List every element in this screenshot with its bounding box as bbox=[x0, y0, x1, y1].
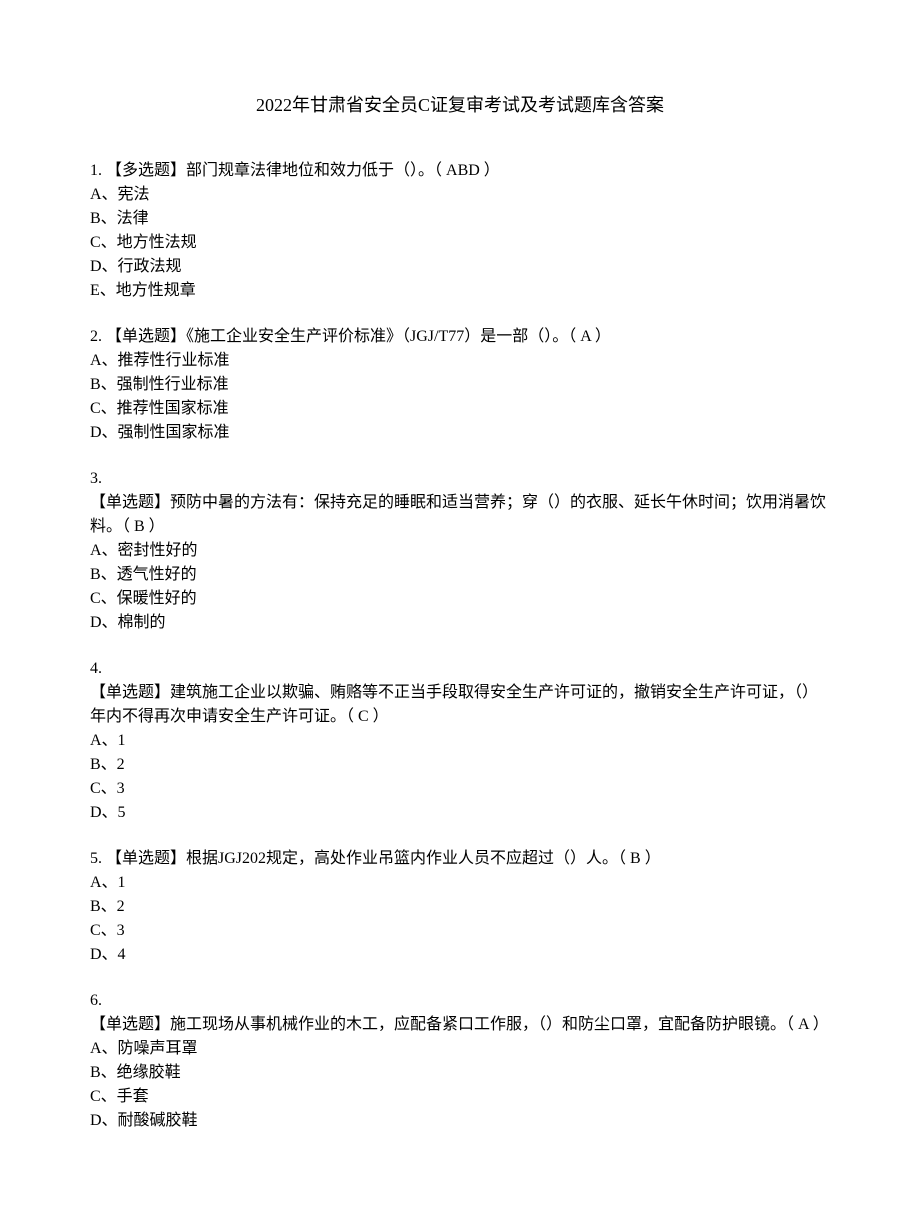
option-d: D、强制性国家标准 bbox=[90, 421, 830, 445]
option-c: C、推荐性国家标准 bbox=[90, 397, 830, 421]
option-b: B、2 bbox=[90, 895, 830, 919]
question-text: 【单选题】施工现场从事机械作业的木工，应配备紧口工作服，（）和防尘口罩，宜配备防… bbox=[90, 1013, 830, 1037]
option-d: D、行政法规 bbox=[90, 255, 830, 279]
option-a: A、推荐性行业标准 bbox=[90, 349, 830, 373]
option-b: B、强制性行业标准 bbox=[90, 373, 830, 397]
option-b: B、绝缘胶鞋 bbox=[90, 1061, 830, 1085]
option-c: C、保暖性好的 bbox=[90, 587, 830, 611]
option-c: C、3 bbox=[90, 777, 830, 801]
question-5: 5. 【单选题】根据JGJ202规定，高处作业吊篮内作业人员不应超过（）人。（ … bbox=[90, 847, 830, 967]
option-a: A、宪法 bbox=[90, 183, 830, 207]
question-num: 6. bbox=[90, 989, 830, 1013]
question-1: 1. 【多选题】部门规章法律地位和效力低于（）。（ ABD ） A、宪法 B、法… bbox=[90, 159, 830, 303]
option-b: B、透气性好的 bbox=[90, 563, 830, 587]
question-2: 2. 【单选题】《施工企业安全生产评价标准》（JGJ/T77）是一部（）。（ A… bbox=[90, 325, 830, 445]
question-text: 【单选题】建筑施工企业以欺骗、贿赂等不正当手段取得安全生产许可证的，撤销安全生产… bbox=[90, 681, 830, 729]
option-e: E、地方性规章 bbox=[90, 279, 830, 303]
question-num: 3. bbox=[90, 467, 830, 491]
question-text: 2. 【单选题】《施工企业安全生产评价标准》（JGJ/T77）是一部（）。（ A… bbox=[90, 325, 830, 349]
question-text: 5. 【单选题】根据JGJ202规定，高处作业吊篮内作业人员不应超过（）人。（ … bbox=[90, 847, 830, 871]
option-b: B、法律 bbox=[90, 207, 830, 231]
option-a: A、防噪声耳罩 bbox=[90, 1037, 830, 1061]
option-c: C、手套 bbox=[90, 1085, 830, 1109]
option-d: D、耐酸碱胶鞋 bbox=[90, 1109, 830, 1133]
option-c: C、地方性法规 bbox=[90, 231, 830, 255]
option-d: D、5 bbox=[90, 801, 830, 825]
question-num: 4. bbox=[90, 657, 830, 681]
document-title: 2022年甘肃省安全员C证复审考试及考试题库含答案 bbox=[90, 92, 830, 119]
question-text: 1. 【多选题】部门规章法律地位和效力低于（）。（ ABD ） bbox=[90, 159, 830, 183]
option-a: A、1 bbox=[90, 871, 830, 895]
option-d: D、棉制的 bbox=[90, 611, 830, 635]
option-d: D、4 bbox=[90, 943, 830, 967]
question-6: 6. 【单选题】施工现场从事机械作业的木工，应配备紧口工作服，（）和防尘口罩，宜… bbox=[90, 989, 830, 1133]
option-b: B、2 bbox=[90, 753, 830, 777]
option-a: A、1 bbox=[90, 729, 830, 753]
option-c: C、3 bbox=[90, 919, 830, 943]
question-text: 【单选题】预防中暑的方法有：保持充足的睡眠和适当营养；穿（）的衣服、延长午休时间… bbox=[90, 491, 830, 539]
question-4: 4. 【单选题】建筑施工企业以欺骗、贿赂等不正当手段取得安全生产许可证的，撤销安… bbox=[90, 657, 830, 825]
option-a: A、密封性好的 bbox=[90, 539, 830, 563]
question-3: 3. 【单选题】预防中暑的方法有：保持充足的睡眠和适当营养；穿（）的衣服、延长午… bbox=[90, 467, 830, 635]
